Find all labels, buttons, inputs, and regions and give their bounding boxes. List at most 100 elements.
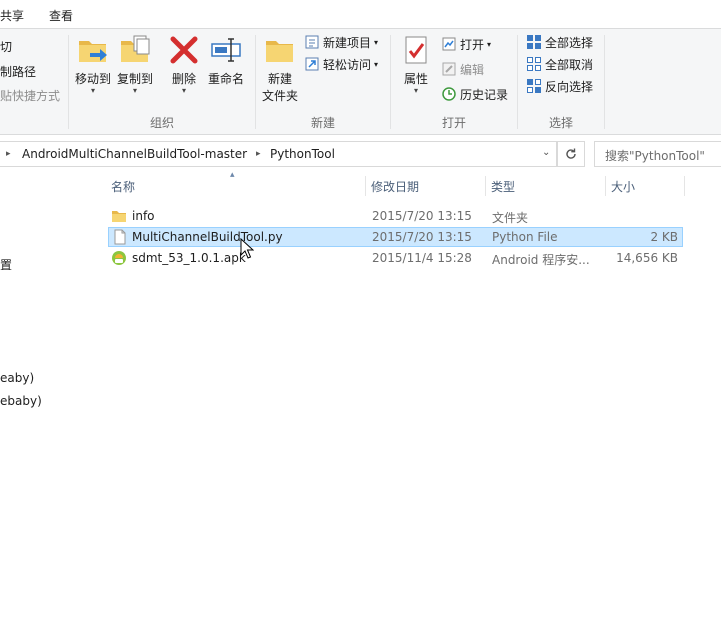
invert-selection-label: 反向选择 <box>545 79 594 94</box>
address-bar[interactable]: ▸ AndroidMultiChannelBuildTool-master ▸ … <box>0 141 557 167</box>
sort-ascending-icon: ▴ <box>230 170 235 180</box>
copy-to-button[interactable]: 复制到 ▾ <box>115 33 155 95</box>
new-item-icon <box>305 35 319 49</box>
copy-path-button[interactable]: 制路径 <box>0 61 36 81</box>
file-icon <box>114 229 126 245</box>
mouse-cursor-icon <box>240 238 254 259</box>
file-name: MultiChannelBuildTool.py <box>132 230 283 244</box>
new-item-button[interactable]: 新建项目 ▾ <box>304 32 378 52</box>
breadcrumb-separator-icon[interactable]: ▸ <box>256 149 261 159</box>
move-to-label: 移动到 <box>74 72 111 86</box>
column-header-date[interactable]: 修改日期 <box>371 178 419 195</box>
select-none-label: 全部取消 <box>545 57 594 72</box>
apk-icon <box>112 251 126 265</box>
nav-item[interactable]: 置 <box>0 256 12 273</box>
properties-label: 属性 <box>403 72 428 86</box>
new-group-label: 新建 <box>310 116 335 130</box>
invert-selection-icon <box>527 79 541 93</box>
nav-item[interactable]: eaby) <box>0 371 34 385</box>
address-bar-row: ▸ AndroidMultiChannelBuildTool-master ▸ … <box>0 141 721 167</box>
select-group: 全部选择 全部取消 反向选择 选择 <box>518 29 604 134</box>
file-list: ▴ 名称 修改日期 类型 大小 info 2015/7/20 13:15 文件夹… <box>105 170 721 639</box>
column-divider[interactable] <box>605 176 606 196</box>
open-group: 属性 ▾ 打开 ▾ 编辑 历史记录 打开 <box>391 29 517 134</box>
copy-to-icon <box>121 35 150 62</box>
chevron-down-icon: ▾ <box>487 39 492 49</box>
delete-label: 删除 <box>171 72 196 86</box>
refresh-icon <box>566 148 576 159</box>
new-item-label: 新建项目 <box>323 35 372 50</box>
rename-button[interactable]: 重命名 <box>205 33 247 87</box>
file-size: 2 KB <box>650 230 678 244</box>
invert-selection-button[interactable]: 反向选择 <box>526 76 593 96</box>
select-none-button[interactable]: 全部取消 <box>526 54 593 74</box>
file-date: 2015/11/4 15:28 <box>372 251 472 265</box>
file-size: 14,656 KB <box>616 251 678 265</box>
file-date: 2015/7/20 13:15 <box>372 230 472 244</box>
ribbon: 切 制路径 贴快捷方式 移动到 ▾ 复制到 ▾ 删除 ▾ 重命名 组织 新建 文… <box>0 29 721 135</box>
column-divider[interactable] <box>365 176 366 196</box>
history-icon <box>442 87 456 101</box>
organize-group: 移动到 ▾ 复制到 ▾ 删除 ▾ 重命名 组织 <box>69 29 255 134</box>
new-folder-button[interactable]: 新建 文件夹 <box>259 33 301 104</box>
navigation-pane: 置 eaby) ebaby) <box>0 170 104 639</box>
chevron-down-icon: ▾ <box>374 59 379 69</box>
file-type: Android 程序安... <box>492 253 590 267</box>
easy-access-button[interactable]: 轻松访问 ▾ <box>304 54 378 74</box>
group-divider <box>604 35 605 129</box>
copy-path-label: 制路径 <box>0 64 37 79</box>
breadcrumb-item[interactable]: AndroidMultiChannelBuildTool-master <box>22 147 247 161</box>
new-folder-icon <box>266 41 293 62</box>
easy-access-label: 轻松访问 <box>323 57 372 72</box>
edit-icon <box>442 62 456 76</box>
move-to-button[interactable]: 移动到 ▾ <box>73 33 113 95</box>
folder-icon <box>112 211 126 222</box>
history-button[interactable]: 历史记录 <box>441 84 508 104</box>
column-divider[interactable] <box>684 176 685 196</box>
select-all-button[interactable]: 全部选择 <box>526 32 593 52</box>
file-row[interactable]: info 2015/7/20 13:15 文件夹 <box>108 206 683 226</box>
column-header-type[interactable]: 类型 <box>491 178 515 195</box>
open-label: 打开 <box>460 37 485 52</box>
file-date: 2015/7/20 13:15 <box>372 209 472 223</box>
file-type: 文件夹 <box>492 211 529 225</box>
file-row[interactable]: sdmt_53_1.0.1.apk 2015/11/4 15:28 Androi… <box>108 248 683 268</box>
new-group: 新建 文件夹 新建项目 ▾ 轻松访问 ▾ 新建 <box>256 29 390 134</box>
column-header-name[interactable]: 名称 <box>111 178 135 195</box>
copy-to-label: 复制到 <box>116 72 153 86</box>
properties-button[interactable]: 属性 ▾ <box>399 33 433 95</box>
rename-label: 重命名 <box>207 72 244 86</box>
properties-icon <box>405 36 427 64</box>
move-to-icon <box>79 41 107 62</box>
file-name: info <box>132 209 155 223</box>
select-all-icon <box>527 35 541 49</box>
nav-item[interactable]: ebaby) <box>0 394 42 408</box>
new-folder-label-line2: 文件夹 <box>261 89 298 103</box>
select-none-icon <box>527 57 541 71</box>
delete-icon <box>170 36 198 64</box>
edit-label: 编辑 <box>460 62 485 77</box>
address-dropdown-icon[interactable]: ⌄ <box>542 147 550 158</box>
file-type: Python File <box>492 230 558 244</box>
cut-button[interactable]: 切 <box>0 36 12 56</box>
tab-share[interactable]: 共享 <box>0 7 24 24</box>
clipboard-group: 切 制路径 贴快捷方式 <box>0 29 68 134</box>
file-row-selected[interactable]: MultiChannelBuildTool.py 2015/7/20 13:15… <box>108 227 683 247</box>
edit-button[interactable]: 编辑 <box>441 59 484 79</box>
search-box[interactable]: 搜索"PythonTool" <box>594 141 721 167</box>
tab-view[interactable]: 查看 <box>49 7 73 24</box>
delete-button[interactable]: 删除 ▾ <box>167 33 201 95</box>
open-button[interactable]: 打开 ▾ <box>441 34 491 54</box>
search-placeholder: 搜索"PythonTool" <box>605 149 705 163</box>
open-group-label: 打开 <box>441 116 466 130</box>
open-icon <box>442 37 456 51</box>
easy-access-icon <box>305 57 319 71</box>
breadcrumb-item[interactable]: PythonTool <box>270 147 335 161</box>
refresh-button[interactable] <box>557 141 585 167</box>
chevron-down-icon: ▾ <box>374 37 379 47</box>
breadcrumb-separator-icon[interactable]: ▸ <box>6 149 11 159</box>
select-all-label: 全部选择 <box>545 35 594 50</box>
paste-shortcut-button[interactable]: 贴快捷方式 <box>0 85 60 105</box>
column-divider[interactable] <box>485 176 486 196</box>
column-header-size[interactable]: 大小 <box>611 178 635 195</box>
